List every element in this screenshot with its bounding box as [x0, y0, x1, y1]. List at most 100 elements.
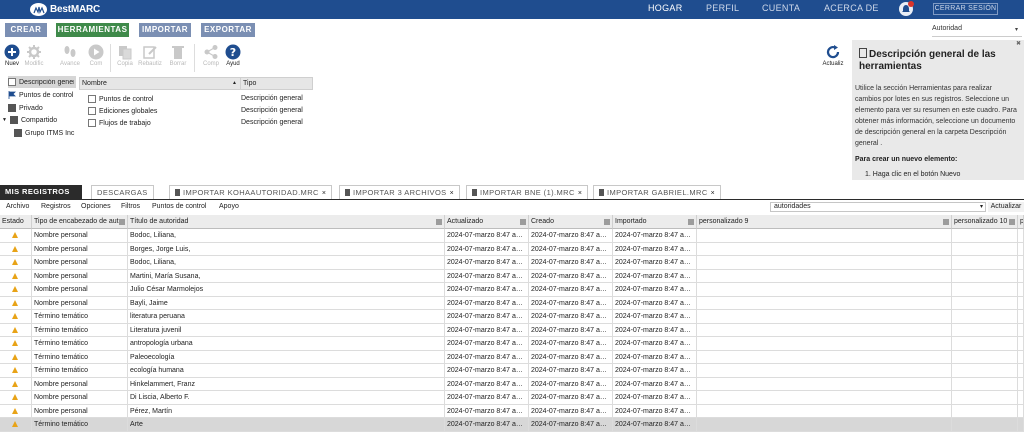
close-icon[interactable]: × — [322, 190, 327, 197]
column-menu-icon[interactable] — [943, 219, 949, 225]
column-header-tipo-encabezado[interactable]: Tipo de encabezado de aut… — [32, 215, 128, 229]
menu-filtros[interactable]: Filtros — [121, 203, 140, 210]
notifications-icon[interactable] — [899, 1, 914, 16]
list-item[interactable]: Puntos de control — [88, 93, 153, 105]
bestmarc-logo[interactable]: BestMARC — [30, 2, 100, 17]
cell-estado — [0, 229, 32, 242]
table-row[interactable]: Nombre personal Borges, Jorge Luis, 2024-0… — [0, 242, 1024, 256]
table-row[interactable]: Nombre personal Martini, María Susana, 202… — [0, 269, 1024, 283]
table-row[interactable]: Nombre personal Julio César Marmolejos 202… — [0, 283, 1024, 297]
tab-mis-registros[interactable]: MIS REGISTROS — [0, 185, 82, 199]
column-menu-icon[interactable] — [520, 219, 526, 225]
ayuda-button[interactable]: ? Ayud — [221, 44, 245, 67]
column-header-nombre[interactable]: Nombre ▲ — [80, 78, 241, 89]
table-row[interactable]: Término temático Paleoecología 2024-07-mar… — [0, 350, 1024, 364]
nav-cuenta[interactable]: CUENTA — [762, 3, 800, 13]
column-header-personalizado-11[interactable]: p — [1018, 215, 1024, 229]
rebautizar-button[interactable]: Rebautiz — [138, 44, 162, 67]
column-header-titulo[interactable]: Título de autoridad — [128, 215, 445, 229]
cell-personalizado-11 — [1018, 256, 1024, 269]
tree-item-compartido[interactable]: ▼ Compartido — [2, 114, 57, 126]
column-header-personalizado-9[interactable]: personalizado 9 — [697, 215, 952, 229]
expand-triangle-icon[interactable]: ▼ — [2, 117, 7, 123]
cell-titulo: Bayli, Jaime — [128, 296, 445, 310]
cell-tipo: Nombre personal — [32, 283, 128, 296]
nav-perfil[interactable]: PERFIL — [706, 3, 739, 13]
logout-button[interactable]: CERRAR SESIÓN — [933, 3, 998, 15]
tree-item-descripcion-general[interactable]: Descripción general — [8, 76, 76, 88]
record-type-select[interactable]: autoridades ▾ — [770, 202, 986, 212]
list-item[interactable]: Ediciones globales — [88, 105, 157, 117]
menu-registros[interactable]: Registros — [41, 203, 71, 210]
menu-archivo[interactable]: Archivo — [6, 203, 29, 210]
column-header-tipo[interactable]: Tipo — [241, 78, 313, 89]
exportar-button[interactable]: EXPORTAR — [201, 23, 255, 37]
borrar-button[interactable]: Borrar — [166, 44, 190, 67]
records-grid: Estado Tipo de encabezado de aut… Título… — [0, 215, 1024, 442]
crear-button[interactable]: CREAR — [5, 23, 47, 37]
cell-creado: 2024-07-marzo 8:47 a… — [529, 310, 613, 323]
table-row[interactable]: Término temático Literatura juvenil 2024-0… — [0, 323, 1024, 337]
nuevo-button[interactable]: Nuev — [0, 44, 24, 67]
tab-importar-3-archivos[interactable]: IMPORTAR 3 ARCHIVOS × — [339, 185, 461, 199]
table-row[interactable]: Nombre personal Bodoc, Liliana, 2024-07-ma… — [0, 229, 1024, 243]
cell-actualizado: 2024-07-marzo 8:47 a… — [445, 269, 529, 283]
herramientas-button[interactable]: HERRAMIENTAS — [56, 23, 129, 37]
cell-creado: 2024-07-marzo 8:47 a… — [529, 364, 613, 377]
cell-creado: 2024-07-marzo 8:47 a… — [529, 283, 613, 296]
cell-titulo: Paleoecología — [128, 350, 445, 364]
column-header-actualizado[interactable]: Actualizado — [445, 215, 529, 229]
close-icon[interactable]: × — [450, 190, 455, 197]
table-row[interactable]: Término temático literatura peruana 2024-0… — [0, 310, 1024, 324]
avance-button[interactable]: Avance — [58, 44, 82, 67]
column-menu-icon[interactable] — [1009, 219, 1015, 225]
compartir-button[interactable]: Comp — [199, 44, 223, 67]
importar-button[interactable]: IMPORTAR — [139, 23, 191, 37]
menu-apoyo[interactable]: Apoyo — [219, 203, 239, 210]
menu-opciones[interactable]: Opciones — [81, 203, 111, 210]
cell-estado — [0, 337, 32, 350]
close-icon[interactable]: × — [711, 190, 716, 197]
modificar-button[interactable]: Modific — [22, 44, 46, 67]
tree-item-privado[interactable]: Privado — [8, 102, 43, 114]
table-row[interactable]: Término temático Arte 2024-07-marzo 8:47 a… — [0, 418, 1024, 432]
nav-acerca-de[interactable]: ACERCA DE — [824, 3, 879, 13]
cell-personalizado-9 — [697, 418, 952, 431]
file-icon — [345, 189, 350, 196]
nav-hogar[interactable]: HOGAR — [648, 3, 683, 13]
actualizar-grid-button[interactable]: Actualizar — [988, 202, 1024, 212]
table-row[interactable]: Nombre personal Hinkelammert, Franz 2024-0… — [0, 377, 1024, 391]
tab-importar-gabriel[interactable]: IMPORTAR GABRIEL.MRC × — [593, 185, 722, 199]
panel-close-icon[interactable]: ✖ — [1016, 40, 1024, 48]
column-menu-icon[interactable] — [688, 219, 694, 225]
actualizar-button[interactable]: Actualiz — [818, 44, 848, 67]
tree-item-grupo-itms[interactable]: Grupo ITMS Inc — [14, 127, 74, 139]
tree-item-puntos-de-control[interactable]: Puntos de control — [8, 89, 73, 101]
column-header-importado[interactable]: Importado — [613, 215, 697, 229]
column-menu-icon[interactable] — [436, 219, 442, 225]
menu-puntos-de-control[interactable]: Puntos de control — [152, 203, 206, 210]
column-menu-icon[interactable] — [119, 219, 125, 225]
cell-titulo: Literatura juvenil — [128, 323, 445, 337]
table-row[interactable]: Nombre personal Bayli, Jaime 2024-07-marzo… — [0, 296, 1024, 310]
column-menu-icon[interactable] — [604, 219, 610, 225]
authority-type-select[interactable]: Autoridad ▾ — [932, 25, 1022, 37]
tab-importar-kohaautoridad[interactable]: IMPORTAR KOHAAUTORIDAD.MRC × — [169, 185, 333, 199]
com-button[interactable]: Com — [84, 44, 108, 67]
column-header-personalizado-10[interactable]: personalizado 10 — [952, 215, 1018, 229]
table-row[interactable]: Nombre personal Di Liscia, Alberto F. 2024… — [0, 391, 1024, 405]
list-item[interactable]: Flujos de trabajo — [88, 117, 151, 129]
close-icon[interactable]: × — [578, 190, 583, 197]
tab-importar-bne[interactable]: IMPORTAR BNE (1).MRC × — [466, 185, 589, 199]
column-header-creado[interactable]: Creado — [529, 215, 613, 229]
table-row[interactable]: Nombre personal Pérez, Martín 2024-07-marz… — [0, 404, 1024, 418]
table-row[interactable]: Término temático ecología humana 2024-07-m… — [0, 364, 1024, 378]
cell-actualizado: 2024-07-marzo 8:47 a… — [445, 364, 529, 377]
tab-descargas[interactable]: DESCARGAS — [91, 185, 154, 199]
cell-tipo: Nombre personal — [32, 256, 128, 269]
table-row[interactable]: Nombre personal Bodoc, Liliana, 2024-07-ma… — [0, 256, 1024, 270]
table-row[interactable]: Término temático antropología urbana 2024-… — [0, 337, 1024, 351]
copia-button[interactable]: Copia — [113, 44, 137, 67]
column-header-estado[interactable]: Estado — [0, 215, 32, 229]
logo-icon — [30, 3, 47, 16]
